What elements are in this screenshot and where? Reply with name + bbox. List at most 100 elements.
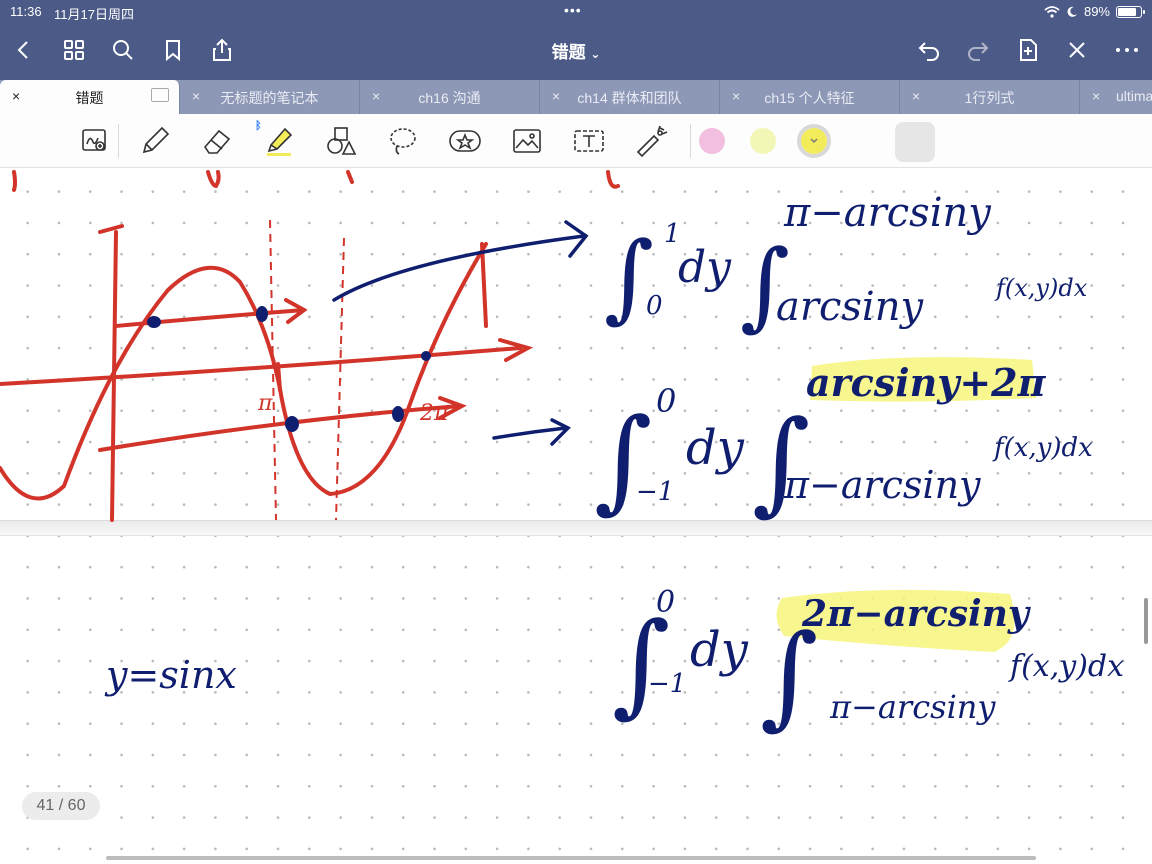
document-title-text: 错题 xyxy=(551,43,586,62)
nav-bar: 错题 ⌄ xyxy=(0,26,1152,76)
label-pi: π xyxy=(257,391,273,416)
line-y-positive xyxy=(114,298,308,328)
stroke xyxy=(12,170,17,192)
battery-icon xyxy=(1116,5,1145,18)
lasso-icon[interactable] xyxy=(384,122,422,160)
close-icon[interactable]: × xyxy=(1092,88,1100,104)
dashed-3pi-2 xyxy=(335,237,345,521)
x-axis xyxy=(0,338,534,386)
toolbar-divider xyxy=(118,124,119,158)
point xyxy=(147,316,161,328)
tab-ultima[interactable]: × ultima xyxy=(1080,80,1152,114)
top-bar: 11:36 11月17日周四 ••• 89% 错题 ⌄ xyxy=(0,0,1152,80)
formula-3: ∫ −1 0 dy ∫ 2π−arcsiny π−arcsiny f(x,y)d… xyxy=(612,585,1124,741)
integrand: f(x,y)dx xyxy=(992,433,1093,463)
graph-strokes xyxy=(0,170,620,522)
chevron-down-icon xyxy=(810,138,818,144)
inner-lower: π−arcsiny xyxy=(783,463,981,507)
moon-icon xyxy=(1067,6,1077,17)
multitasking-dots[interactable]: ••• xyxy=(564,2,582,18)
label-2pi: 2π xyxy=(419,401,449,426)
status-bar: 11:36 11月17日周四 ••• 89% xyxy=(0,0,1152,24)
add-page-icon[interactable] xyxy=(1012,34,1044,66)
point xyxy=(256,306,268,322)
tab-label: ch14 群体和团队 xyxy=(577,90,682,106)
lower-limit: 0 xyxy=(646,291,663,321)
chevron-down-icon: ⌄ xyxy=(590,47,601,61)
tab-ch16[interactable]: × ch16 沟通 xyxy=(360,80,540,114)
inner-upper: π−arcsiny xyxy=(783,190,992,236)
image-icon[interactable] xyxy=(508,122,546,160)
tab-determinant[interactable]: × 1行列式 xyxy=(900,80,1080,114)
status-date: 11月17日周四 xyxy=(54,7,134,22)
function-note: y=sinx xyxy=(104,653,237,697)
status-right: 89% xyxy=(1044,4,1145,19)
pointer-arrows xyxy=(332,220,589,446)
pen-settings-icon[interactable] xyxy=(1061,34,1093,66)
y-axis xyxy=(98,224,124,522)
toolbar-divider xyxy=(690,124,691,158)
integrand: f(x,y)dx xyxy=(1008,649,1124,684)
color-swatch-light-yellow[interactable] xyxy=(750,128,776,154)
upper-limit: 0 xyxy=(656,585,675,620)
tab-untitled-notebook[interactable]: × 无标题的笔记本 xyxy=(180,80,360,114)
stroke xyxy=(206,170,221,189)
tab-label: 1行列式 xyxy=(964,90,1015,106)
sticker-icon[interactable] xyxy=(446,122,484,160)
tab-ch15[interactable]: × ch15 个人特征 xyxy=(720,80,900,114)
tab-bar: × 错题 × 无标题的笔记本 × ch16 沟通 × ch14 群体和团队 × … xyxy=(0,80,1152,114)
pen-icon[interactable] xyxy=(136,122,174,160)
undo-icon[interactable] xyxy=(913,34,945,66)
drawing-toolbar: ᛒ xyxy=(0,114,1152,272)
dy: dy xyxy=(678,242,732,293)
color-swatch-pink[interactable] xyxy=(699,128,725,154)
lower-limit: −1 xyxy=(636,477,674,507)
integral-sign: ∫ xyxy=(752,397,810,527)
inner-lower: arcsiny xyxy=(776,284,924,330)
tab-label: ultima xyxy=(1116,88,1152,104)
stroke xyxy=(346,170,354,184)
tab-label: ch16 沟通 xyxy=(418,90,481,106)
stroke xyxy=(606,170,620,189)
notebook-canvas[interactable]: π 2π ∫ 0 1 dy ∫ π−arcsiny arcsiny f(x,y) xyxy=(0,168,1152,864)
tab-ch14[interactable]: × ch14 群体和团队 xyxy=(540,80,720,114)
tick-pi xyxy=(276,362,282,392)
integrand: f(x,y)dx xyxy=(994,274,1088,302)
highlighter-icon[interactable] xyxy=(260,122,298,160)
tab-label: 无标题的笔记本 xyxy=(220,90,319,106)
laser-pointer-icon[interactable] xyxy=(632,122,670,160)
inner-lower: π−arcsiny xyxy=(829,688,996,726)
dy: dy xyxy=(686,420,745,476)
point xyxy=(421,351,431,361)
point xyxy=(285,416,299,432)
bound-2pi xyxy=(480,242,488,328)
sine-curve xyxy=(0,242,488,501)
tab-label: ch15 个人特征 xyxy=(764,90,855,106)
formula-2: ∫ −1 0 dy ∫ arcsiny+2π π−arcsiny f(x,y)d… xyxy=(594,360,1093,527)
shapes-icon[interactable] xyxy=(322,122,360,160)
handwriting-layer: π 2π ∫ 0 1 dy ∫ π−arcsiny arcsiny f(x,y) xyxy=(0,170,1124,741)
text-tool-icon[interactable] xyxy=(570,122,608,160)
home-indicator[interactable] xyxy=(106,856,1036,860)
tab-cuoti[interactable]: × 错题 xyxy=(0,80,180,114)
page-indicator[interactable]: 41 / 60 xyxy=(22,792,100,820)
split-view-icon[interactable] xyxy=(151,88,169,102)
arrow xyxy=(492,418,571,446)
lower-limit: −1 xyxy=(648,669,686,699)
more-icon[interactable] xyxy=(1111,34,1143,66)
dy: dy xyxy=(690,622,749,678)
zoom-window-icon[interactable] xyxy=(76,122,114,160)
eraser-icon[interactable] xyxy=(198,122,236,160)
wifi-icon xyxy=(1044,5,1060,18)
battery-fill xyxy=(1118,7,1136,16)
redo-icon[interactable] xyxy=(962,34,994,66)
inner-upper: 2π−arcsiny xyxy=(801,593,1031,635)
stroke-width-selected-bg xyxy=(895,122,935,162)
formula-1: ∫ 0 1 dy ∫ π−arcsiny arcsiny f(x,y)dx xyxy=(604,190,1088,341)
upper-limit: 0 xyxy=(656,382,676,420)
battery-percent: 89% xyxy=(1083,4,1110,19)
status-time: 11:36 xyxy=(10,4,42,19)
color-swatch-yellow[interactable] xyxy=(797,124,831,158)
scrollbar[interactable] xyxy=(1144,598,1148,644)
inner-upper: arcsiny+2π xyxy=(806,360,1047,405)
